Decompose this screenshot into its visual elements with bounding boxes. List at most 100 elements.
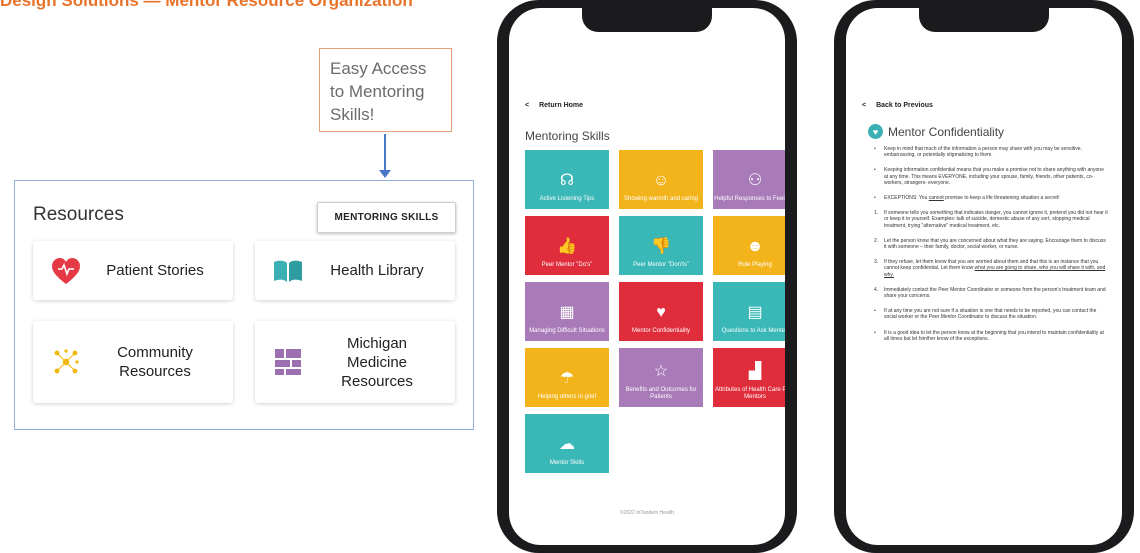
callout-box: Easy Access to Mentoring Skills! [319, 48, 452, 132]
brain-icon: ☁ [559, 436, 575, 453]
mentor-confidentiality-title: ♥ Mentor Confidentiality [868, 124, 1004, 139]
bullet-marker: 1. [874, 210, 879, 217]
phone-mentoring-skills: < Return Home Mentoring Skills ☊ Active Li… [497, 0, 797, 553]
patient-stories-label: Patient Stories [106, 262, 204, 279]
skill-tile[interactable]: ⚇ Helpful Responses to Feelings [713, 150, 785, 209]
bullet-text: Keep in mind that much of the informatio… [884, 146, 1082, 159]
skill-tile[interactable]: ♥ Mentor Confidentiality [619, 282, 703, 341]
callout-arrow-icon [379, 170, 391, 178]
maze-icon: ▦ [559, 304, 575, 321]
book-icon [271, 254, 305, 288]
bullet-marker: • [874, 167, 876, 174]
phone-mentor-confidentiality: < Back to Previous ♥ Mentor Confidentiali… [834, 0, 1134, 553]
bullet-text-pre: EXCEPTIONS: You [884, 195, 929, 202]
skill-tile-label: Benefits and Outcomes for Patients [625, 387, 697, 400]
health-library-card[interactable]: Health Library [255, 241, 455, 300]
bullet-marker: 2. [874, 237, 879, 244]
skill-tile[interactable]: ☁ Mentor Skills [525, 414, 609, 473]
star-icon: ☆ [653, 363, 669, 380]
michigan-medicine-label-line-2: Medicine [346, 353, 408, 371]
michigan-medicine-label-line-1: Michigan [346, 334, 408, 352]
confidentiality-bullet: 3. If they refuse, let them know that you… [874, 259, 1109, 278]
confidentiality-bullet: 1. If someone tells you something that in… [874, 210, 1109, 229]
community-resources-label: Community Resources [83, 343, 233, 381]
callout-line-2: to Mentoring [330, 82, 425, 101]
grid-icon [271, 345, 305, 379]
confidentiality-bullet: 4. Immediately contact the Peer Mentor Co… [874, 287, 1109, 299]
skill-tile-label: Peer Mentor "Don'ts" [633, 262, 689, 268]
return-home-link[interactable]: < Return Home [525, 102, 593, 109]
bullet-marker: 3. [874, 259, 879, 266]
community-resources-label-line-1: Community [117, 344, 193, 361]
masks-icon: ☻ [746, 238, 764, 255]
heart-icon [49, 254, 83, 288]
resources-title: Resources [33, 204, 124, 225]
grief-icon: ☂ [559, 370, 575, 387]
back-to-previous-label: Back to Previous [876, 102, 933, 109]
skill-tile-label: Helping others in grief [537, 394, 597, 400]
confidentiality-bullet: • If at any time you are not sure if a si… [874, 308, 1109, 320]
phone-notch [919, 8, 1049, 32]
bullet-text: Let the person know that you are concern… [884, 237, 1106, 251]
callout-line-1: Easy Access [330, 59, 427, 78]
health-library-label: Health Library [330, 262, 424, 279]
bullet-marker: • [874, 329, 876, 336]
confidentiality-bullet: • Keeping information confidential means … [874, 167, 1109, 186]
listening-icon: ☊ [559, 172, 575, 189]
phone-screen: < Return Home Mentoring Skills ☊ Active Li… [509, 8, 785, 545]
confidentiality-bullet: • EXCEPTIONS: You cannot promise to keep … [874, 195, 1109, 201]
heart-icon: ♥ [656, 304, 666, 321]
skill-tile-label: Managing Difficult Situations [529, 328, 605, 334]
back-to-previous-link[interactable]: < Back to Previous [862, 102, 943, 109]
skill-tile[interactable]: ☂ Helping others in grief [525, 348, 609, 407]
bullet-marker: • [874, 195, 876, 202]
mentoring-skills-title: Mentoring Skills [525, 129, 610, 143]
skill-tile[interactable]: 👎 Peer Mentor "Don'ts" [619, 216, 703, 275]
thumbs-down-icon: 👎 [651, 238, 671, 255]
skill-tile[interactable]: ☊ Active Listening Tips [525, 150, 609, 209]
confidentiality-bullet: • It is a good idea to let the person kno… [874, 330, 1109, 342]
skill-tile-label: Role Playing [738, 262, 772, 268]
skill-tile-label: Peer Mentor "Do's" [541, 262, 593, 268]
heart-icon: ♥ [868, 124, 883, 139]
bullet-text: Immediately contact the Peer Mentor Coor… [884, 286, 1106, 300]
skill-tile[interactable]: ▦ Managing Difficult Situations [525, 282, 609, 341]
bullet-text: If at any time you are not sure if a sit… [884, 308, 1097, 321]
phone-screen: < Back to Previous ♥ Mentor Confidentiali… [846, 8, 1122, 545]
phone-notch [582, 8, 712, 32]
michigan-medicine-label-line-3: Resources [341, 372, 413, 390]
bullet-text: It is a good idea to let the person know… [884, 329, 1104, 342]
clipboard-icon: ▤ [747, 304, 763, 321]
bullet-text: Keeping information confidential means t… [884, 167, 1104, 186]
skill-tile[interactable]: ☺ Showing warmth and caring [619, 150, 703, 209]
bullet-marker: 4. [874, 286, 879, 293]
community-resources-label-line-2: Resources [119, 363, 191, 380]
community-resources-card[interactable]: Community Resources [33, 321, 233, 403]
confidentiality-bullet-list: • Keep in mind that much of the informati… [874, 146, 1109, 351]
footer-copyright: ©2022 InTandem Health [620, 510, 674, 516]
responses-icon: ⚇ [747, 172, 763, 189]
warmth-icon: ☺ [652, 172, 670, 189]
skill-tile[interactable]: ▤ Questions to Ask Mentee [713, 282, 785, 341]
skill-tile-label: Helpful Responses to Feelings [714, 196, 785, 202]
mentoring-skills-button[interactable]: MENTORING SKILLS [317, 202, 456, 233]
skill-tile[interactable]: ▟ Attributes of Health Care Peer Mentors [713, 348, 785, 407]
skill-tile-label: Mentor Confidentiality [631, 328, 691, 334]
michigan-medicine-resources-card[interactable]: Michigan Medicine Resources [255, 321, 455, 403]
bullet-text-post: promise to keep a life threatening situa… [943, 195, 1060, 202]
skill-tile[interactable]: 👍 Peer Mentor "Do's" [525, 216, 609, 275]
page-header-title: Design Solutions — Mentor Resource Organ… [0, 0, 413, 10]
skill-tile[interactable]: ☆ Benefits and Outcomes for Patients [619, 348, 703, 407]
patient-stories-card[interactable]: Patient Stories [33, 241, 233, 300]
callout-connector [384, 134, 386, 172]
bullet-text-u: cannot [928, 195, 944, 202]
bullet-text: If someone tells you something that indi… [884, 210, 1108, 229]
skill-tile[interactable]: ☻ Role Playing [713, 216, 785, 275]
confidentiality-bullet: 2. Let the person know that you are conce… [874, 238, 1109, 250]
confidentiality-bullet: • Keep in mind that much of the informati… [874, 146, 1109, 158]
bullet-marker: • [874, 308, 876, 315]
mentor-confidentiality-title-text: Mentor Confidentiality [888, 124, 1005, 139]
skill-tile-label: Attributes of Health Care Peer Mentors [714, 387, 785, 400]
thumbs-up-icon: 👍 [557, 238, 577, 255]
skill-tile-label: Mentor Skills [549, 460, 585, 466]
